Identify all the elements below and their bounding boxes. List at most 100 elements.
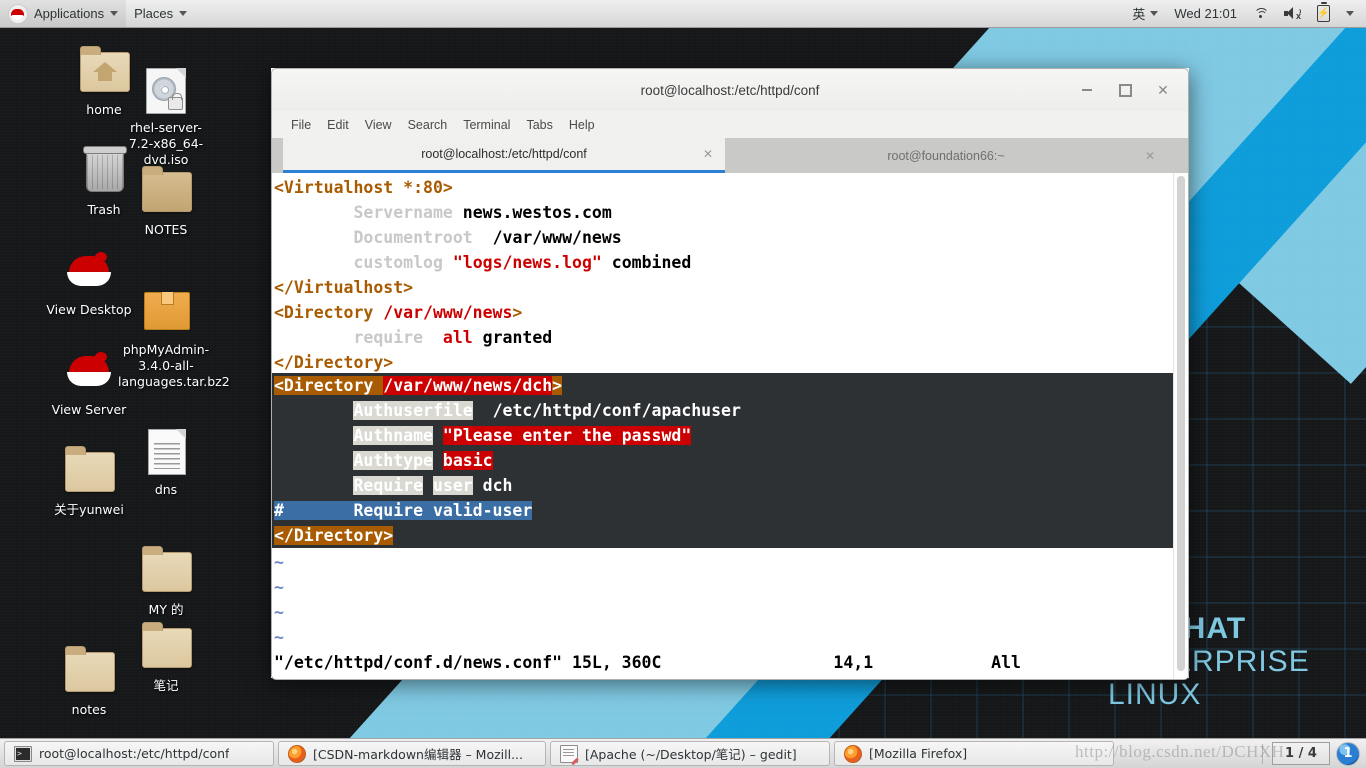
- desktop-icon-notes-folder[interactable]: NOTES: [118, 166, 214, 238]
- clock[interactable]: Wed 21:01: [1171, 4, 1240, 23]
- vim-status-line: "/etc/httpd/conf.d/news.conf" 15L, 360C 1…: [274, 650, 1174, 675]
- vim-selected-line: # Require valid-user: [274, 501, 533, 520]
- tab-localhost[interactable]: root@localhost:/etc/httpd/conf ✕: [283, 138, 725, 173]
- chevron-down-icon: [1150, 11, 1159, 16]
- archive-icon: [118, 286, 214, 338]
- tab-foundation66[interactable]: root@foundation66:~ ✕: [725, 138, 1167, 173]
- redhat-icon: [41, 346, 137, 398]
- wifi-icon: [1253, 7, 1269, 20]
- redhat-logo-icon: [8, 3, 28, 24]
- chevron-down-icon: [110, 11, 119, 16]
- taskbar-item-gedit[interactable]: [Apache (~/Desktop/笔记) – gedit]: [550, 741, 830, 766]
- menu-help[interactable]: Help: [561, 115, 603, 135]
- window-titlebar[interactable]: root@localhost:/etc/httpd/conf ✕: [271, 68, 1189, 111]
- clock-label: Wed 21:01: [1174, 6, 1237, 21]
- terminal-menubar: File Edit View Search Terminal Tabs Help: [271, 111, 1189, 138]
- places-menu-label: Places: [134, 6, 174, 21]
- top-panel-status-area: 英 Wed 21:01 x ⚡: [1129, 2, 1366, 25]
- places-menu[interactable]: Places: [126, 0, 195, 27]
- network-indicator[interactable]: [1250, 5, 1271, 22]
- top-panel: Applications Places 英 Wed 21:01 x ⚡: [0, 0, 1366, 28]
- taskbar-item-terminal[interactable]: root@localhost:/etc/httpd/conf: [4, 741, 274, 766]
- vim-status-scroll: All: [991, 653, 1021, 672]
- desktop-icon-label: MY 的: [148, 602, 184, 617]
- vim-empty-line-marker: ~: [274, 553, 284, 572]
- taskbar-item-label: [Apache (~/Desktop/笔记) – gedit]: [585, 747, 797, 762]
- watermark-text: http://blog.csdn.net/DCHXH: [1075, 742, 1285, 761]
- tab-close-icon[interactable]: ✕: [703, 147, 713, 161]
- window-controls: ✕: [1080, 83, 1188, 97]
- input-method-label: 英: [1132, 7, 1146, 22]
- vim-empty-line-marker: ~: [274, 578, 284, 597]
- vim-empty-line-marker: ~: [274, 603, 284, 622]
- menu-search[interactable]: Search: [400, 115, 456, 135]
- volume-indicator[interactable]: x: [1281, 5, 1304, 22]
- tab-label: root@localhost:/etc/httpd/conf: [421, 147, 587, 161]
- taskbar-item-label: root@localhost:/etc/httpd/conf: [39, 746, 230, 761]
- desktop-icon-label: View Server: [51, 402, 127, 417]
- volume-muted-icon: x: [1284, 7, 1301, 21]
- desktop-icon-label: notes: [71, 702, 107, 717]
- folder-icon: [118, 166, 214, 218]
- menu-view[interactable]: View: [357, 115, 400, 135]
- taskbar-item-csdn-firefox[interactable]: [CSDN-markdown编辑器 – Mozill...: [278, 741, 546, 766]
- tab-close-icon[interactable]: ✕: [1145, 149, 1155, 163]
- battery-indicator[interactable]: ⚡: [1314, 2, 1333, 24]
- iso-file-icon: [118, 64, 214, 116]
- vim-selected-line: Authuserfile /etc/httpd/conf/apachuser: [353, 401, 741, 420]
- desktop-icon-my-folder[interactable]: MY 的: [118, 546, 214, 618]
- vim-line: <Directory /var/www/news>: [274, 303, 523, 322]
- applications-menu-label: Applications: [34, 6, 105, 21]
- desktop-icon-label: 笔记: [153, 678, 179, 693]
- vim-line: </Virtualhost>: [274, 278, 414, 297]
- gedit-icon: [560, 744, 578, 763]
- chevron-down-icon: [1346, 11, 1354, 16]
- desktop-icon-label: home: [86, 102, 122, 117]
- desktop-icon-label: Trash: [87, 202, 121, 217]
- chevron-down-icon: [179, 11, 188, 16]
- desktop-screen: RED HAT ENTERPRISE LINUX Applications Pl…: [0, 0, 1366, 768]
- desktop-icon-notes[interactable]: notes: [41, 646, 137, 718]
- vim-visual-selection-block: <Directory /var/www/news/dch> Authuserfi…: [272, 373, 1174, 548]
- menu-edit[interactable]: Edit: [319, 115, 357, 135]
- input-method-indicator[interactable]: 英: [1129, 2, 1161, 25]
- menu-tabs[interactable]: Tabs: [518, 115, 560, 135]
- firefox-icon: [844, 744, 862, 763]
- taskbar-item-label: [CSDN-markdown编辑器 – Mozill...: [313, 747, 523, 762]
- terminal-scrollbar-thumb[interactable]: [1177, 176, 1185, 671]
- terminal-body[interactable]: <Virtualhost *:80> Servername news.westo…: [271, 173, 1189, 680]
- desktop-icon-label: 关于yunwei: [54, 502, 124, 517]
- folder-icon: [41, 446, 137, 498]
- vim-selected-line: Authname "Please enter the passwd": [353, 426, 692, 445]
- desktop-icon-view-server[interactable]: View Server: [41, 346, 137, 418]
- folder-icon: [118, 546, 214, 598]
- vim-line: </Directory>: [274, 353, 394, 372]
- desktop-icon-label: NOTES: [144, 222, 188, 237]
- vim-line: <Virtualhost *:80>: [274, 178, 453, 197]
- vim-empty-line-marker: ~: [274, 628, 284, 647]
- taskbar-item-firefox[interactable]: [Mozilla Firefox]: [834, 741, 1114, 766]
- close-icon[interactable]: ✕: [1156, 83, 1170, 97]
- wallpaper-brand-line3: LINUX: [1108, 678, 1202, 711]
- folder-icon: [41, 646, 137, 698]
- terminal-window[interactable]: root@localhost:/etc/httpd/conf ✕ File Ed…: [271, 68, 1189, 680]
- menu-terminal[interactable]: Terminal: [455, 115, 518, 135]
- terminal-scrollbar[interactable]: [1173, 173, 1188, 679]
- vim-selected-line: Require user dch: [353, 476, 513, 495]
- system-menu[interactable]: [1343, 9, 1357, 18]
- window-title: root@localhost:/etc/httpd/conf: [640, 82, 820, 98]
- vim-line: Documentroot /var/www/news: [353, 228, 622, 247]
- taskbar-item-label: [Mozilla Firefox]: [869, 746, 968, 761]
- notification-badge[interactable]: 1: [1336, 741, 1360, 766]
- battery-charging-icon: ⚡: [1317, 2, 1330, 22]
- maximize-icon[interactable]: [1118, 83, 1132, 97]
- menu-file[interactable]: File: [283, 115, 319, 135]
- desktop-icon-yunwei-folder[interactable]: 关于yunwei: [41, 446, 137, 518]
- tab-label: root@foundation66:~: [887, 148, 1005, 163]
- minimize-icon[interactable]: [1080, 83, 1094, 97]
- terminal-tabbar: root@localhost:/etc/httpd/conf ✕ root@fo…: [271, 138, 1189, 173]
- applications-menu[interactable]: Applications: [0, 0, 127, 27]
- vim-selected-line: Authtype basic: [353, 451, 493, 470]
- vim-status-position: 14,1: [833, 653, 874, 672]
- terminal-icon: [14, 745, 32, 762]
